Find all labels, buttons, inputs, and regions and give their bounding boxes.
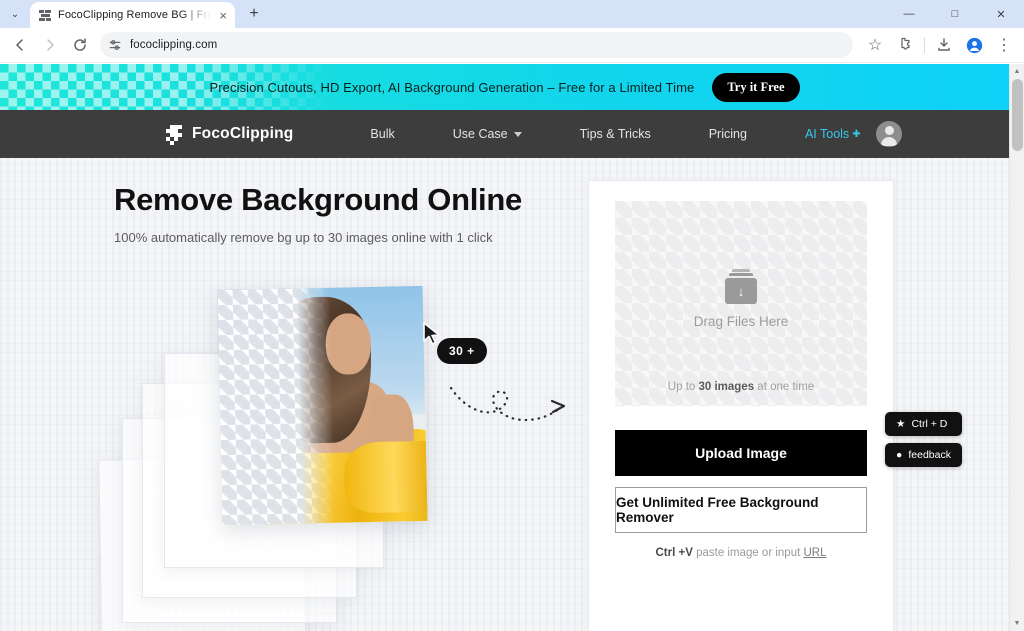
toolbar-divider xyxy=(924,37,925,53)
nav-item-pricing[interactable]: Pricing xyxy=(709,127,747,141)
upload-panel: ↓ Drag Files Here Up to 30 images at one… xyxy=(588,180,894,631)
browser-menu-icon[interactable]: ⋮ xyxy=(990,31,1018,59)
nav-item-label: Bulk xyxy=(370,127,395,141)
avatar-head xyxy=(884,126,894,135)
avatar-body xyxy=(881,137,897,146)
tab-search-chevron-down-icon[interactable]: ⌄ xyxy=(2,1,28,27)
nav-item-use-case[interactable]: Use Case xyxy=(453,127,522,141)
nav-links: Bulk Use Case Tips & Tricks Pricing AI T… xyxy=(370,127,860,141)
brand-logo[interactable]: FocoClipping xyxy=(166,124,294,145)
chevron-down-icon xyxy=(513,131,522,137)
extensions-icon[interactable] xyxy=(891,31,919,59)
dropzone-limit-note: Up to 30 images at one time xyxy=(615,381,867,393)
hero-copy: Remove Background Online 100% automatica… xyxy=(114,182,584,245)
feedback-button[interactable]: ● feedback xyxy=(885,443,962,467)
downloads-icon[interactable] xyxy=(930,31,958,59)
transparency-checker-overlay xyxy=(217,287,336,526)
window-controls: — □ ✕ xyxy=(886,0,1024,28)
paste-hint-key: Ctrl +V xyxy=(655,547,693,559)
nav-item-label: Use Case xyxy=(452,127,508,141)
paste-hint: Ctrl +V paste image or input URL xyxy=(615,547,867,559)
upload-image-button[interactable]: Upload Image xyxy=(615,430,867,476)
note-bold: 30 images xyxy=(698,381,755,393)
page-viewport: Precision Cutouts, HD Export, AI Backgro… xyxy=(0,64,1024,631)
promo-text: Precision Cutouts, HD Export, AI Backgro… xyxy=(209,79,695,95)
bookmark-shortcut[interactable]: ★ Ctrl + D xyxy=(885,412,962,436)
note-prefix: Up to xyxy=(667,381,699,393)
scroll-down-arrow-icon[interactable]: ▼ xyxy=(1010,616,1024,631)
account-avatar[interactable] xyxy=(876,121,902,147)
browser-toolbar: fococlipping.com ☆ ⋮ xyxy=(0,28,1024,63)
dropzone-label: Drag Files Here xyxy=(693,314,789,329)
promo-banner: Precision Cutouts, HD Export, AI Backgro… xyxy=(0,64,1009,110)
feedback-label: feedback xyxy=(908,449,951,461)
close-window-icon[interactable]: ✕ xyxy=(978,0,1024,28)
profile-icon[interactable] xyxy=(960,31,988,59)
tab-title: FocoClipping Remove BG | Free xyxy=(58,9,212,21)
scroll-up-arrow-icon[interactable]: ▲ xyxy=(1010,64,1024,79)
dropzone[interactable]: ↓ Drag Files Here Up to 30 images at one… xyxy=(615,201,867,406)
nav-item-tips-tricks[interactable]: Tips & Tricks xyxy=(580,127,651,141)
page-title: Remove Background Online xyxy=(114,182,522,217)
reload-icon[interactable] xyxy=(66,31,94,59)
download-tray-icon: ↓ xyxy=(725,269,757,304)
browser-window: ⌄ FocoClipping Remove BG | Free × + — □ … xyxy=(0,0,1024,631)
maximize-icon[interactable]: □ xyxy=(932,0,978,28)
page-scrollbar[interactable]: ▲ ▼ xyxy=(1009,64,1024,631)
close-icon[interactable]: × xyxy=(217,7,229,24)
photo-yellow-fabric-fold xyxy=(343,440,428,514)
site-settings-icon[interactable] xyxy=(108,38,122,52)
chat-bubble-icon: ● xyxy=(896,449,903,461)
hero-illustration: 30 + xyxy=(92,278,592,631)
back-icon[interactable] xyxy=(6,31,34,59)
nav-item-label: AI Tools xyxy=(804,127,850,141)
star-icon: ★ xyxy=(896,418,906,430)
site-navbar: FocoClipping Bulk Use Case Tips & Tricks… xyxy=(0,110,1009,158)
sparkle-icon: ✚ xyxy=(852,128,861,140)
brand-name: FocoClipping xyxy=(192,125,294,142)
paste-hint-text: paste image or input xyxy=(692,547,804,559)
minimize-icon[interactable]: — xyxy=(886,0,932,28)
fococlipping-favicon xyxy=(39,9,52,22)
get-unlimited-button[interactable]: Get Unlimited Free Background Remover xyxy=(615,487,867,533)
tab-strip: ⌄ FocoClipping Remove BG | Free × + — □ … xyxy=(0,0,1024,28)
nav-item-ai-tools[interactable]: AI Tools ✚ xyxy=(805,127,861,141)
page-subtitle: 100% automatically remove bg up to 30 im… xyxy=(114,229,493,245)
address-bar[interactable]: fococlipping.com xyxy=(100,32,853,58)
hero-sample-photo xyxy=(217,285,428,526)
forward-icon[interactable] xyxy=(36,31,64,59)
fococlipping-logo-icon xyxy=(166,124,183,145)
bookmark-star-icon[interactable]: ☆ xyxy=(861,31,889,59)
try-it-free-button[interactable]: Try it Free xyxy=(712,72,800,102)
bookmark-shortcut-label: Ctrl + D xyxy=(911,418,948,430)
dotted-arrow-icon xyxy=(447,376,577,433)
nav-item-label: Tips & Tricks xyxy=(579,127,651,141)
scrollbar-thumb[interactable] xyxy=(1012,79,1023,151)
nav-item-bulk[interactable]: Bulk xyxy=(370,127,394,141)
floating-widgets: ★ Ctrl + D ● feedback xyxy=(885,412,962,467)
nav-item-label: Pricing xyxy=(708,127,747,141)
paste-url-link[interactable]: URL xyxy=(803,547,826,559)
note-suffix: at one time xyxy=(754,381,815,393)
new-tab-button[interactable]: + xyxy=(241,1,267,27)
browser-tab[interactable]: FocoClipping Remove BG | Free × xyxy=(30,2,235,28)
url-text: fococlipping.com xyxy=(130,39,218,51)
count-badge: 30 + xyxy=(437,338,487,364)
